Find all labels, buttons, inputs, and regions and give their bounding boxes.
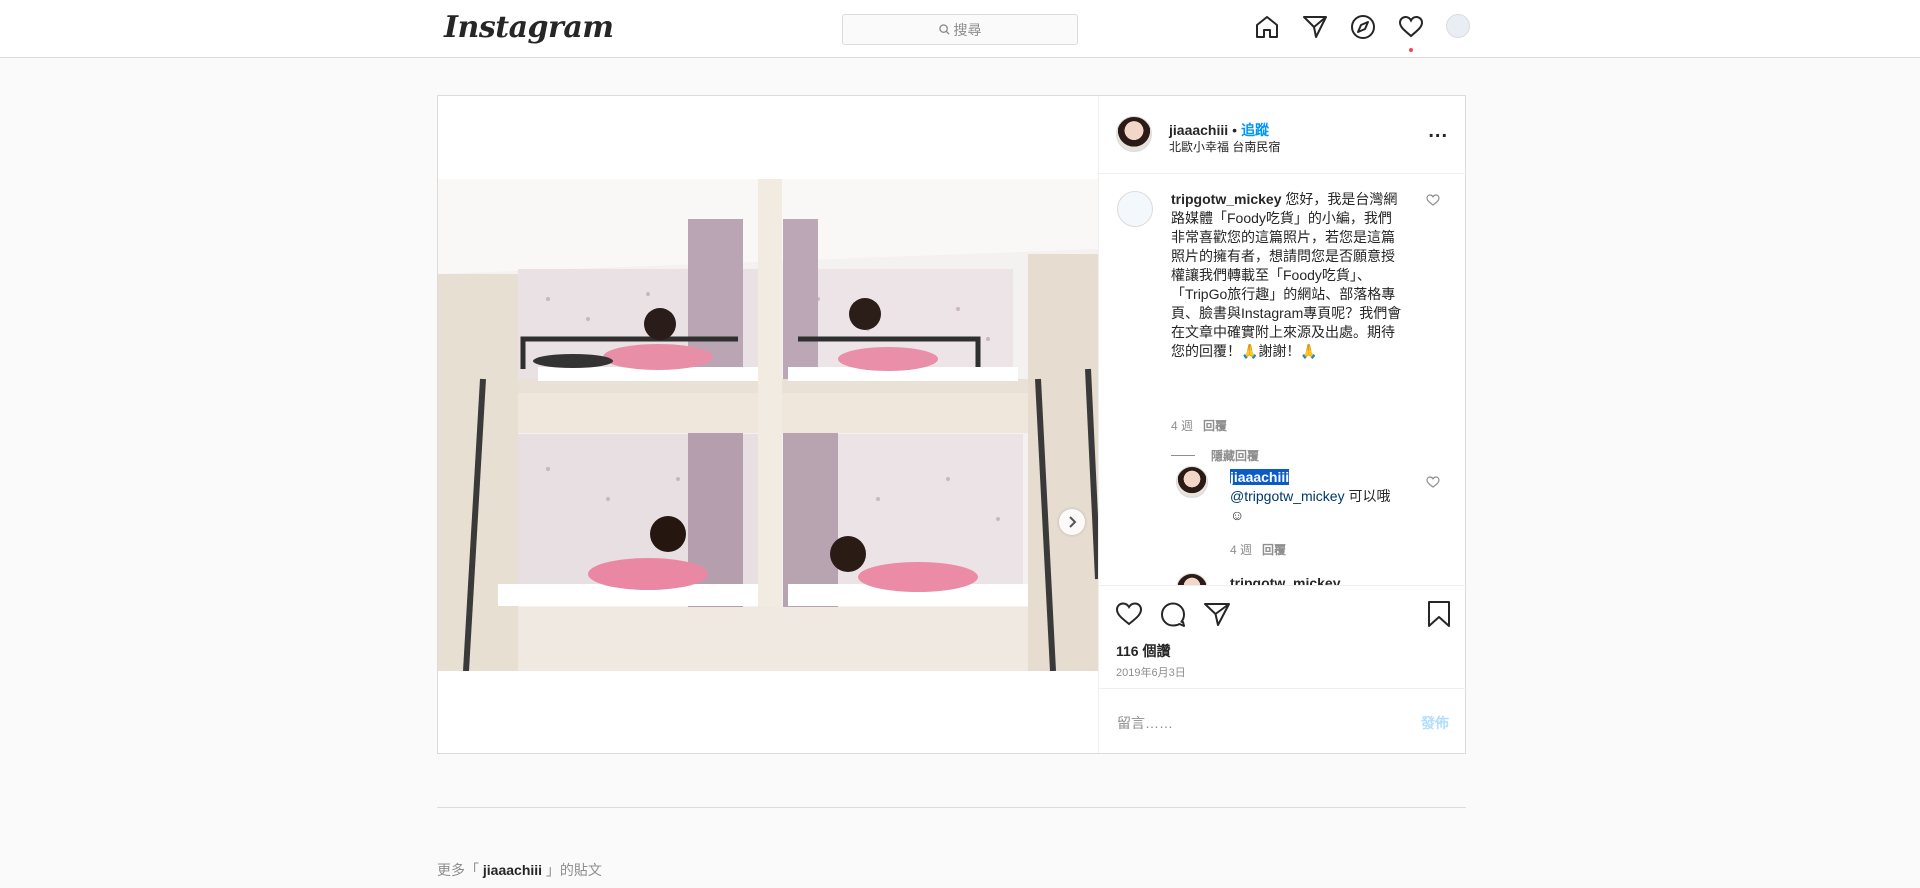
profile-avatar[interactable] [1446, 14, 1472, 40]
more-posts-heading: 更多「 jiaaachiii 」的貼文 [437, 860, 602, 880]
separator-dot: • [1232, 122, 1238, 138]
hide-replies-label: 隱藏回覆 [1211, 449, 1260, 463]
commenter-username[interactable]: tripgotw_mickey [1171, 191, 1281, 207]
instagram-logo[interactable]: Instagram [444, 10, 614, 45]
comment-body: 您好，我是台灣網路媒體「Foody吃貨」的小編，我們非常喜歡您的這篇照片，若您是… [1171, 191, 1402, 359]
reply-reply-button[interactable]: 回覆 [1262, 543, 1286, 557]
partial-reply-username[interactable]: tripgotw_mickey [1230, 575, 1340, 585]
comment-age: 4 週 [1171, 419, 1194, 433]
post-sidebar: jiaaachiii • 追蹤 北歐小幸福 台南民宿 ... tripgotw_mi… [1098, 96, 1467, 753]
author-line: jiaaachiii • 追蹤 [1169, 120, 1269, 140]
more-posts-prefix: 更多「 [437, 862, 483, 878]
reply-like-heart-icon[interactable] [1426, 475, 1440, 489]
share-icon[interactable] [1203, 600, 1231, 628]
post-photo[interactable] [438, 179, 1098, 671]
more-posts-suffix: 」的貼文 [542, 862, 602, 878]
post-comment-button[interactable]: 發佈 [1421, 713, 1449, 733]
post-date[interactable]: 2019年6月3日 [1116, 664, 1186, 680]
reply-avatar[interactable] [1176, 466, 1208, 498]
bookmark-icon[interactable] [1427, 600, 1451, 628]
author-username[interactable]: jiaaachiii [1169, 122, 1228, 138]
like-heart-icon[interactable] [1115, 600, 1143, 628]
reply-text: jiaaachiii @tripgotw_mickey 可以哦☺ [1230, 468, 1400, 525]
author-avatar[interactable] [1116, 116, 1152, 152]
more-options-button[interactable]: ... [1428, 120, 1448, 143]
partial-reply-avatar[interactable] [1176, 573, 1208, 585]
notification-dot [1409, 48, 1413, 52]
reply-button[interactable]: 回覆 [1203, 419, 1227, 433]
hide-replies-button[interactable]: 隱藏回覆 [1171, 447, 1259, 464]
chevron-right-icon [1069, 516, 1077, 528]
explore-compass-icon[interactable] [1350, 14, 1376, 40]
post-location[interactable]: 北歐小幸福 台南民宿 [1169, 138, 1280, 155]
direct-message-icon[interactable] [1302, 14, 1328, 40]
search-icon [938, 24, 950, 35]
comment-bubble-icon[interactable] [1159, 600, 1187, 628]
reply-username[interactable]: jiaaachiii [1230, 469, 1290, 485]
search-placeholder: 搜尋 [953, 21, 982, 38]
add-comment-form: 留言…… 發佈 [1099, 688, 1467, 753]
home-icon[interactable] [1254, 14, 1280, 40]
bunk-bed-photo [438, 179, 1098, 671]
search-input[interactable]: 搜尋 [842, 14, 1078, 45]
top-navigation-bar: Instagram 搜尋 [0, 0, 1920, 58]
reply-mention[interactable]: @tripgotw_mickey [1230, 488, 1345, 504]
post-media [438, 96, 1098, 753]
section-divider [437, 807, 1466, 808]
likes-count[interactable]: 116 個讚 [1116, 641, 1170, 661]
comment-text: tripgotw_mickey 您好，我是台灣網路媒體「Foody吃貨」的小編，… [1171, 190, 1403, 361]
next-photo-button[interactable] [1059, 509, 1085, 535]
post-actions: 116 個讚 2019年6月3日 [1099, 585, 1467, 687]
reply-age: 4 週 [1230, 543, 1253, 557]
more-posts-username[interactable]: jiaaachiii [483, 862, 542, 878]
hide-replies-line [1171, 455, 1195, 456]
comment-input[interactable]: 留言…… [1117, 713, 1173, 733]
comment-like-heart-icon[interactable] [1426, 193, 1440, 207]
follow-button[interactable]: 追蹤 [1241, 122, 1269, 138]
post-header: jiaaachiii • 追蹤 北歐小幸福 台南民宿 ... [1099, 96, 1466, 174]
activity-heart-icon[interactable] [1398, 14, 1424, 52]
commenter-avatar[interactable] [1117, 191, 1153, 227]
comment-meta: 4 週回覆 [1171, 417, 1227, 434]
nav-icons [1254, 14, 1472, 52]
reply-meta: 4 週回覆 [1230, 541, 1286, 558]
comments-list[interactable]: tripgotw_mickey 您好，我是台灣網路媒體「Foody吃貨」的小編，… [1099, 175, 1467, 585]
post-card: jiaaachiii • 追蹤 北歐小幸福 台南民宿 ... tripgotw_mi… [437, 95, 1467, 754]
